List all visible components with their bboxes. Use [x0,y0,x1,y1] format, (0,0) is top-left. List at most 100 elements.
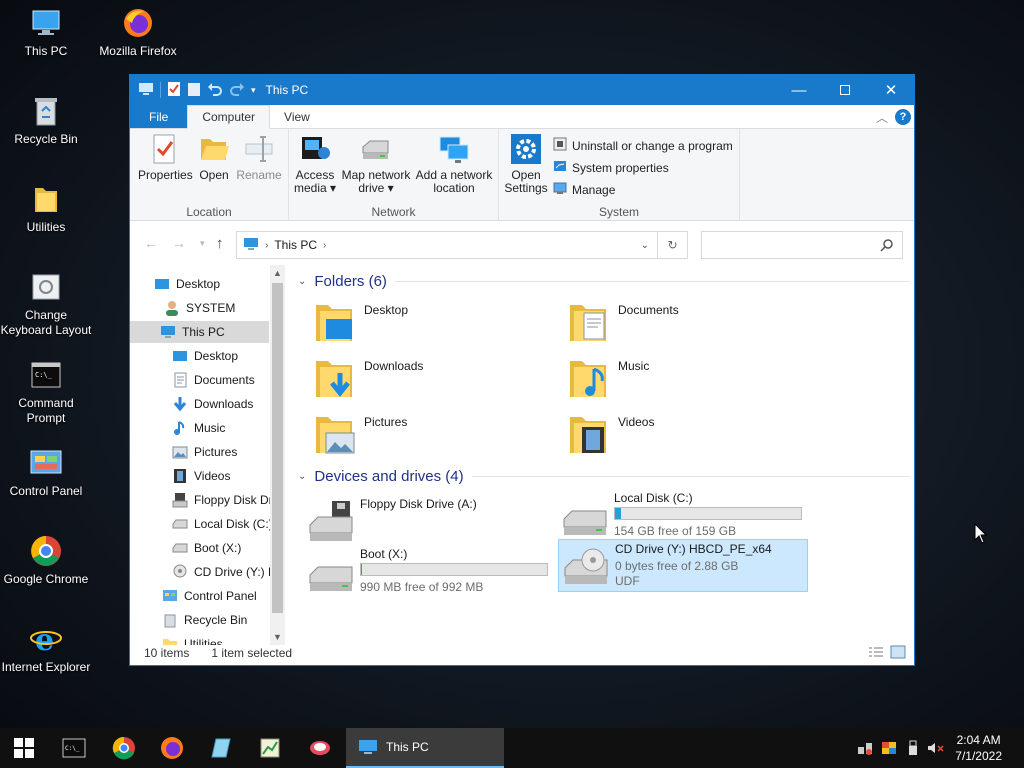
nav-item-music[interactable]: Music [172,417,225,439]
forward-arrow-icon[interactable]: → [172,235,186,251]
manage-button[interactable]: Manage [553,181,615,198]
help-button[interactable]: ? [895,109,911,125]
folder-pictures[interactable]: Pictures [314,411,407,457]
folder-downloads[interactable]: Downloads [314,355,423,401]
nav-item-floppy[interactable]: Floppy Disk Dri [172,489,275,511]
desktop-icon-utilities[interactable]: Utilities [0,182,92,235]
breadcrumb-this-pc[interactable]: This PC [274,238,317,252]
search-input[interactable] [701,231,903,259]
nav-item-local-disk[interactable]: Local Disk (C:) [172,513,273,535]
access-media-button[interactable]: Access media ▾ [293,133,337,195]
control-panel-icon [163,590,177,601]
network-drive-icon [360,133,392,165]
map-network-drive-button[interactable]: Map network drive ▾ [339,133,413,195]
details-view-icon[interactable] [868,646,884,661]
cd-drive-icon [173,564,187,578]
recent-locations-chevron-icon[interactable]: ▾ [200,238,205,249]
nav-item-control-panel[interactable]: Control Panel [162,585,257,607]
drive-local-disk-c[interactable]: Local Disk (C:) 154 GB free of 159 GB [558,487,808,539]
nav-item-downloads[interactable]: Downloads [172,393,253,415]
pictures-folder-icon [316,417,355,454]
usb-tray-icon[interactable] [904,728,922,768]
new-folder-quick-icon[interactable] [187,81,201,100]
cd-drive-icon [564,548,608,584]
this-pc-icon [161,326,175,338]
nav-item-videos[interactable]: Videos [172,465,230,487]
nav-item-this-pc[interactable]: This PC [130,321,269,343]
desktop-icon-control-panel[interactable]: Control Panel [0,446,92,499]
folder-videos[interactable]: Videos [568,411,654,457]
desktop-icon-command-prompt[interactable]: C:\_ Command Prompt [0,358,92,426]
nav-item-desktop-root[interactable]: Desktop [154,273,220,295]
folder-documents[interactable]: Documents [568,299,679,345]
address-dropdown-icon[interactable]: ⌄ [641,240,649,251]
taskbar-firefox[interactable] [148,728,196,768]
nav-item-documents[interactable]: Documents [172,369,255,391]
minimize-ribbon-chevron-icon[interactable]: ︿ [876,109,888,126]
folders-group-header[interactable]: ⌄ Folders (6) [298,273,910,290]
redo-icon[interactable] [229,82,245,99]
up-arrow-icon[interactable]: ↑ [216,235,224,252]
rename-button[interactable]: Rename [234,133,284,182]
start-button[interactable] [0,728,48,768]
scrollbar-thumb[interactable] [272,283,283,613]
open-settings-button[interactable]: Open Settings [503,133,549,195]
network-tray-icon[interactable] [856,728,874,768]
desktop-icon-internet-explorer[interactable]: e Internet Explorer [0,622,92,675]
folder-music[interactable]: Music [568,355,649,401]
address-box[interactable]: › This PC › ⌄ [236,231,658,259]
close-button[interactable]: ✕ [868,75,914,105]
display-tray-icon[interactable] [880,728,898,768]
add-network-location-button[interactable]: Add a network location [411,133,497,195]
tab-file[interactable]: File [130,105,188,128]
open-folder-icon [198,133,230,165]
taskbar-clock[interactable]: 2:04 AM 7/1/2022 [955,732,1002,764]
desktop-icon-recycle-bin[interactable]: Recycle Bin [0,94,92,147]
drive-cd-y[interactable]: CD Drive (Y:) HBCD_PE_x64 0 bytes free o… [558,539,808,592]
taskbar-app-3[interactable] [296,728,344,768]
drive-floppy[interactable]: Floppy Disk Drive (A:) [304,493,554,545]
refresh-button[interactable]: ↻ [657,231,688,259]
nav-item-boot[interactable]: Boot (X:) [172,537,241,559]
taskbar-app-1[interactable] [198,728,246,768]
back-arrow-icon[interactable]: ← [144,235,158,251]
nav-item-pictures[interactable]: Pictures [172,441,237,463]
scroll-up-icon[interactable]: ▲ [273,268,282,278]
desktop-icon-change-keyboard-layout[interactable]: Change Keyboard Layout [0,270,92,338]
search-icon [880,238,894,255]
desktop-icon-google-chrome[interactable]: Google Chrome [0,534,92,587]
minimize-button[interactable]: — [776,75,822,105]
nav-item-recycle-bin[interactable]: Recycle Bin [162,609,247,631]
volume-muted-icon[interactable] [926,728,946,768]
tab-view[interactable]: View [270,105,324,128]
drive-boot-x[interactable]: Boot (X:) 990 MB free of 992 MB [304,543,554,595]
taskbar-active-this-pc[interactable]: This PC [346,728,504,768]
properties-button[interactable]: Properties [138,133,193,182]
devices-group-header[interactable]: ⌄ Devices and drives (4) [298,468,910,485]
nav-pane-scrollbar[interactable]: ▲ ▼ [270,265,285,645]
properties-quick-icon[interactable] [167,81,181,100]
customize-toolbar-chevron-icon[interactable]: ▾ [251,85,256,96]
system-properties-button[interactable]: System properties [553,159,669,176]
open-button[interactable]: Open [194,133,234,182]
title-bar[interactable]: ▾ This PC — ✕ [130,75,914,105]
uninstall-program-button[interactable]: Uninstall or change a program [553,137,733,154]
breadcrumb-chevron-icon[interactable]: › [323,240,326,251]
desktop-icon-firefox[interactable]: Mozilla Firefox [92,6,184,59]
collapse-chevron-icon[interactable]: ⌄ [298,276,306,287]
large-icons-view-icon[interactable] [890,645,906,662]
nav-item-cd-drive[interactable]: CD Drive (Y:) H [172,561,277,583]
refresh-icon: ↻ [667,238,678,252]
tab-computer[interactable]: Computer [187,105,271,129]
this-pc-icon [359,740,377,754]
collapse-chevron-icon[interactable]: ⌄ [298,471,306,482]
undo-icon[interactable] [207,82,223,99]
folder-desktop[interactable]: Desktop [314,299,408,345]
taskbar-chrome[interactable] [100,728,148,768]
nav-item-system[interactable]: SYSTEM [164,297,235,319]
maximize-button[interactable] [822,75,868,105]
desktop-icon-this-pc[interactable]: This PC [0,6,92,59]
nav-item-desktop[interactable]: Desktop [172,345,238,367]
taskbar-app-2[interactable] [246,728,294,768]
taskbar-command-prompt[interactable]: C:\_ [50,728,98,768]
